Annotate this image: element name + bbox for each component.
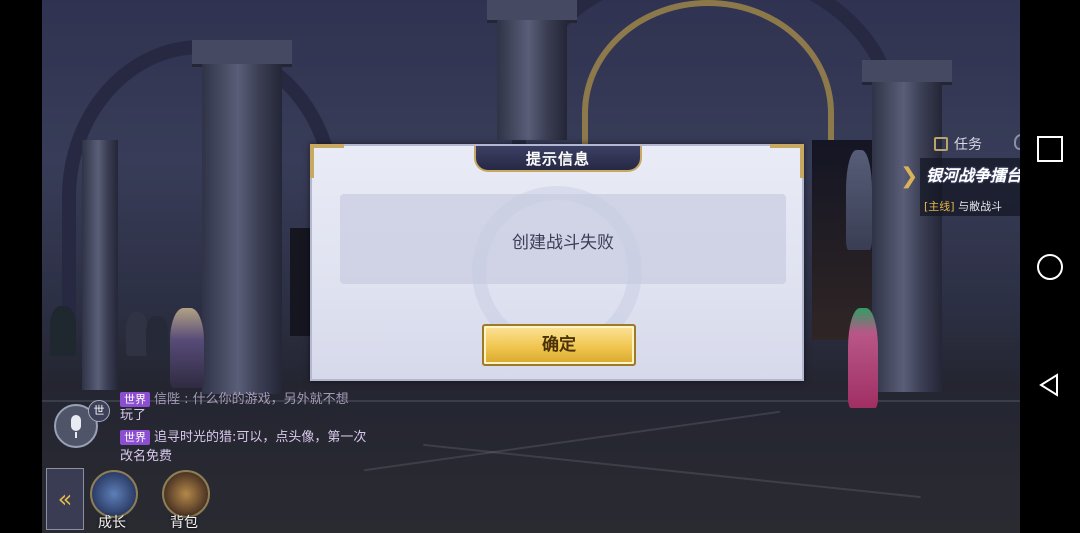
- growth-icon[interactable]: [90, 470, 138, 518]
- chat-message[interactable]: 玩了: [120, 404, 146, 423]
- chat-message[interactable]: 世界 信陛 : 什么你的游戏，另外就不想: [120, 388, 349, 407]
- gold-corner-ornament: [310, 144, 344, 178]
- dialog-message: 创建战斗失败: [512, 233, 614, 253]
- quest-desc-text: 与敝战斗: [958, 200, 1003, 213]
- tab-task-label: 任务: [954, 137, 982, 153]
- alert-dialog: 提示信息 创建战斗失败 确定: [310, 144, 804, 381]
- world-channel-badge[interactable]: 世: [88, 400, 110, 422]
- quest-tracker[interactable]: ❯ 银河战争擂台赛 [主线] 与敝战斗: [900, 158, 1038, 216]
- chat-text: 追寻时光的猎:可以，点头像，第一次: [154, 430, 367, 445]
- gold-corner-ornament: [770, 144, 804, 178]
- quest-description: [主线] 与敝战斗: [924, 198, 1002, 214]
- chat-text: 信陛 : 什么你的游戏，另外就不想: [154, 392, 349, 407]
- quest-arrow-icon: ❯: [900, 164, 919, 189]
- bottom-menu-bar: « 成长 背包: [46, 464, 226, 531]
- backpack-icon[interactable]: [162, 470, 210, 518]
- backpack-label: 背包: [170, 515, 198, 531]
- chat-text: 玩了: [120, 408, 147, 423]
- triangle-back-icon[interactable]: [1037, 372, 1063, 398]
- chat-message[interactable]: 改名免费: [120, 445, 172, 464]
- microphone-icon: [71, 415, 81, 431]
- task-list-icon: [934, 137, 948, 151]
- task-tabs: 任务: [930, 130, 1028, 158]
- quest-tag: [主线]: [924, 200, 955, 213]
- confirm-button[interactable]: 确定: [482, 324, 636, 366]
- message-box: 创建战斗失败: [340, 194, 786, 284]
- square-recents-icon[interactable]: [1037, 136, 1063, 162]
- chat-message[interactable]: 世界 追寻时光的猎:可以，点头像，第一次: [120, 426, 366, 445]
- chat-text: 改名免费: [120, 449, 173, 464]
- growth-label: 成长: [98, 515, 126, 531]
- double-chevron-left-icon: «: [57, 485, 73, 513]
- chat-channel-tag: 世界: [120, 430, 150, 445]
- collapse-menu-button[interactable]: «: [46, 468, 84, 530]
- android-navigation-bar: [1020, 0, 1080, 533]
- dialog-title-bar: 提示信息: [474, 146, 642, 172]
- microphone-stand: [75, 432, 77, 438]
- circle-home-icon[interactable]: [1037, 254, 1063, 280]
- game-screen: 任务 ❯ 银河战争擂台赛 [主线] 与敝战斗 世 世界 信陛 : 什么你的游戏，另…: [0, 0, 1080, 533]
- tab-task[interactable]: 任务: [934, 134, 982, 154]
- dialog-title: 提示信息: [525, 150, 590, 168]
